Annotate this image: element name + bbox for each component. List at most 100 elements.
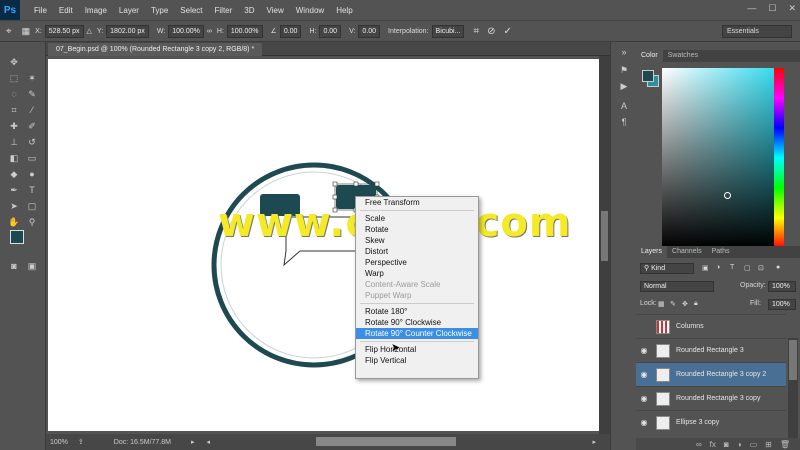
layer-row-rounded-rectangle-3[interactable]: ◉ Rounded Rectangle 3 xyxy=(636,338,786,362)
panel-foreground-swatch[interactable] xyxy=(642,70,654,82)
lasso-tool-icon[interactable]: ◌ xyxy=(8,88,20,100)
eye-icon[interactable]: ◉ xyxy=(636,346,652,355)
menu-item-warp[interactable]: Warp xyxy=(356,268,478,279)
hand-tool-icon[interactable]: ✋ xyxy=(8,216,20,228)
interpolation-select[interactable]: Bicubi... xyxy=(431,24,465,38)
eye-icon[interactable]: ◉ xyxy=(636,418,652,427)
brush-tool-icon[interactable]: ✐ xyxy=(26,120,38,132)
tab-swatches[interactable]: Swatches xyxy=(663,50,703,62)
paragraph-panel-icon[interactable]: ¶ xyxy=(618,116,630,128)
horizontal-scroll-thumb[interactable] xyxy=(316,437,456,446)
close-icon[interactable]: ✕ xyxy=(788,3,796,14)
tab-layers[interactable]: Layers xyxy=(636,246,668,258)
link-icon[interactable]: ∞ xyxy=(207,28,212,35)
menu-item-flip-horizontal[interactable]: Flip Horizontal xyxy=(356,344,478,355)
scroll-right-icon[interactable]: ▸ xyxy=(592,438,596,446)
move-tool-icon[interactable]: ✥ xyxy=(8,56,20,68)
layers-scrollbar[interactable] xyxy=(788,338,798,446)
scroll-left-icon[interactable]: ◂ xyxy=(207,438,211,446)
gradient-tool-icon[interactable]: ▭ xyxy=(26,152,38,164)
h-skew-field[interactable]: 0.00 xyxy=(319,24,342,38)
blur-tool-icon[interactable]: ◆ xyxy=(8,168,20,180)
eraser-tool-icon[interactable]: ◧ xyxy=(8,152,20,164)
layer-row-columns[interactable]: Columns xyxy=(636,314,786,338)
layers-scroll-thumb[interactable] xyxy=(789,340,797,380)
blend-mode-select[interactable]: Normal xyxy=(640,281,714,292)
cancel-transform-icon[interactable]: ⊘ xyxy=(487,26,495,37)
menu-layer[interactable]: Layer xyxy=(113,6,145,15)
type-tool-icon[interactable]: T xyxy=(26,184,38,196)
vertical-scrollbar[interactable] xyxy=(599,56,610,434)
magic-wand-tool-icon[interactable]: ✶ xyxy=(26,72,38,84)
minimize-icon[interactable]: — xyxy=(747,3,756,14)
history-panel-icon[interactable]: ⚑ xyxy=(618,64,630,76)
filter-toggle-icon[interactable]: ● xyxy=(776,264,780,271)
adjustment-layer-icon[interactable]: ◑ xyxy=(737,440,742,449)
menu-item-skew[interactable]: Skew xyxy=(356,235,478,246)
collapse-icon[interactable]: » xyxy=(618,46,630,58)
filter-type-icon[interactable]: T xyxy=(730,264,734,271)
workspace-select[interactable]: Essentials xyxy=(722,25,792,38)
delta-icon[interactable]: △ xyxy=(87,27,92,35)
new-layer-icon[interactable]: ⊞ xyxy=(765,440,772,449)
menu-help[interactable]: Help xyxy=(330,6,358,15)
height-field[interactable]: 100.00% xyxy=(226,24,263,38)
zoom-tool-icon[interactable]: ⚲ xyxy=(26,216,38,228)
y-field[interactable]: 1802.00 px xyxy=(106,24,149,38)
zoom-level[interactable]: 100% xyxy=(50,439,68,446)
menu-file[interactable]: File xyxy=(28,6,53,15)
dodge-tool-icon[interactable]: ● xyxy=(26,168,38,180)
vertical-scroll-thumb[interactable] xyxy=(601,211,608,261)
menu-type[interactable]: Type xyxy=(145,6,174,15)
new-group-icon[interactable]: ▭ xyxy=(750,440,758,449)
fill-field[interactable]: 100% xyxy=(768,299,796,310)
filter-adjustment-icon[interactable]: ◑ xyxy=(716,264,720,271)
filter-smart-object-icon[interactable]: ⊡ xyxy=(758,264,764,272)
lock-all-icon[interactable]: 🔒︎ xyxy=(694,300,698,308)
tab-channels[interactable]: Channels xyxy=(667,246,707,258)
layer-filter-select[interactable]: ⚲ Kind xyxy=(640,263,694,274)
commit-transform-icon[interactable]: ✓ xyxy=(503,26,511,37)
transform-tool-icon[interactable]: ⌖ xyxy=(6,26,12,37)
hue-slider[interactable] xyxy=(774,68,784,248)
width-field[interactable]: 100.00% xyxy=(168,24,204,38)
quick-select-tool-icon[interactable]: ✎ xyxy=(26,88,38,100)
layer-name[interactable]: Rounded Rectangle 3 xyxy=(676,347,744,354)
reference-point-icon[interactable]: ▦ xyxy=(22,26,31,37)
shape-tool-icon[interactable]: ▢ xyxy=(26,200,38,212)
pen-tool-icon[interactable]: ✒ xyxy=(8,184,20,196)
lock-pixels-icon[interactable]: ✎ xyxy=(670,300,676,308)
lock-position-icon[interactable]: ✥ xyxy=(682,300,688,308)
tab-paths[interactable]: Paths xyxy=(707,246,735,258)
maximize-icon[interactable]: ☐ xyxy=(768,3,776,14)
link-layers-icon[interactable]: ∞ xyxy=(696,440,702,449)
menu-item-rotate-90-cw[interactable]: Rotate 90° Clockwise xyxy=(356,317,478,328)
menu-item-flip-vertical[interactable]: Flip Vertical xyxy=(356,355,478,366)
healing-tool-icon[interactable]: ✚ xyxy=(8,120,20,132)
x-field[interactable]: 528.50 px xyxy=(44,24,84,38)
eye-icon[interactable]: ◉ xyxy=(636,370,652,379)
layer-name[interactable]: Ellipse 3 copy xyxy=(676,419,719,426)
v-skew-field[interactable]: 0.00 xyxy=(358,24,381,38)
quick-mask-icon[interactable]: ◙ xyxy=(8,260,20,272)
filter-pixel-icon[interactable]: ▣ xyxy=(702,264,709,272)
foreground-color-swatch[interactable] xyxy=(10,230,24,244)
layer-name[interactable]: Rounded Rectangle 3 copy xyxy=(676,395,760,402)
angle-field[interactable]: 0.00 xyxy=(279,24,302,38)
menu-item-scale[interactable]: Scale xyxy=(356,213,478,224)
layer-name[interactable]: Columns xyxy=(676,323,704,330)
menu-window[interactable]: Window xyxy=(290,6,330,15)
stamp-tool-icon[interactable]: ⊥ xyxy=(8,136,20,148)
tab-color[interactable]: Color xyxy=(636,50,663,62)
eye-icon[interactable]: ◉ xyxy=(636,394,652,403)
marquee-tool-icon[interactable]: ⬚ xyxy=(8,72,20,84)
eyedropper-tool-icon[interactable]: ⁄ xyxy=(26,104,38,116)
screen-mode-icon[interactable]: ▣ xyxy=(26,260,38,272)
trash-icon[interactable]: 🗑︎ xyxy=(780,440,790,449)
menu-filter[interactable]: Filter xyxy=(209,6,239,15)
layer-row-ellipse-3-copy[interactable]: ◉ Ellipse 3 copy xyxy=(636,410,786,434)
menu-edit[interactable]: Edit xyxy=(53,6,79,15)
share-icon[interactable]: ⇪ xyxy=(78,438,84,446)
opacity-field[interactable]: 100% xyxy=(768,281,796,292)
layer-name[interactable]: Rounded Rectangle 3 copy 2 xyxy=(676,371,766,378)
